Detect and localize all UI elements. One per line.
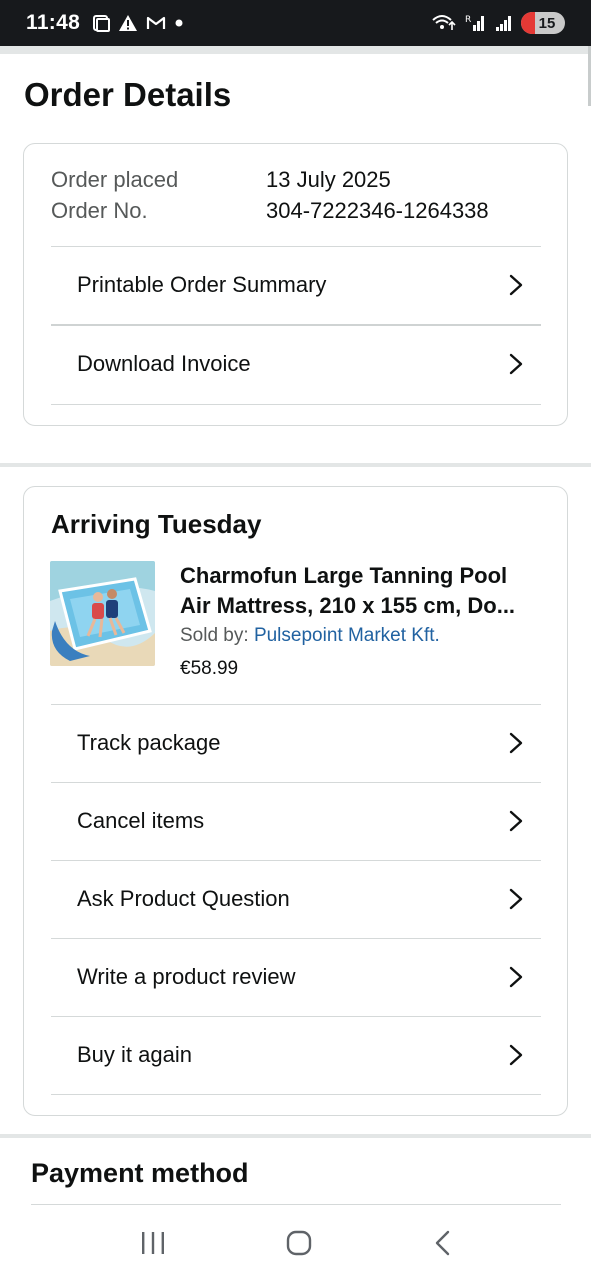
status-bar: 11:48 R 15 — [0, 0, 591, 46]
order-placed-row: Order placed 13 July 2025 — [51, 164, 391, 195]
product-price: €58.99 — [180, 658, 239, 679]
download-invoice-link[interactable]: Download Invoice — [51, 325, 541, 403]
order-number-value: 304-7222346-1264338 — [266, 198, 489, 223]
section-separator — [0, 1134, 591, 1138]
shipment-card: Arriving Tuesday Charmofun Large Tanning… — [23, 486, 568, 1116]
chevron-right-icon — [509, 353, 523, 375]
battery-low-icon — [521, 12, 535, 34]
dot-icon — [175, 19, 183, 27]
order-number-label: Order No. — [51, 198, 148, 223]
screen-icon — [93, 15, 111, 32]
chevron-right-icon — [509, 732, 523, 754]
back-icon[interactable] — [432, 1229, 452, 1257]
download-invoice-label: Download Invoice — [77, 351, 251, 376]
product-title-line-1: Charmofun Large Tanning Pool — [180, 563, 508, 588]
buy-it-again-label: Buy it again — [77, 1042, 192, 1067]
cancel-items-link[interactable]: Cancel items — [51, 782, 541, 860]
divider — [51, 1094, 541, 1095]
ask-product-question-link[interactable]: Ask Product Question — [51, 860, 541, 938]
payment-method-heading: Payment method — [31, 1158, 249, 1188]
warning-icon — [119, 15, 138, 31]
signal-icon — [496, 16, 511, 31]
chevron-right-icon — [509, 274, 523, 296]
product-title-line-2: Air Mattress, 210 x 155 cm, Do... — [180, 593, 516, 618]
buy-it-again-link[interactable]: Buy it again — [51, 1016, 541, 1094]
battery-level: 15 — [538, 14, 556, 32]
order-number-row: Order No. 304-7222346-1264338 — [51, 195, 489, 226]
battery-indicator: 15 — [521, 12, 565, 34]
track-package-link[interactable]: Track package — [51, 704, 541, 782]
status-notification-icons — [92, 14, 184, 32]
page-top-edge — [0, 46, 591, 54]
chevron-right-icon — [509, 810, 523, 832]
divider — [31, 1204, 561, 1205]
product-title-link[interactable]: Charmofun Large Tanning Pool Air Mattres… — [180, 561, 540, 621]
product-image[interactable] — [50, 561, 155, 666]
recents-icon[interactable] — [140, 1231, 166, 1255]
status-system-icons: R 15 — [431, 12, 565, 34]
signal-r-icon: R — [465, 15, 484, 31]
cancel-items-label: Cancel items — [77, 808, 205, 833]
sold-by: Sold by: Pulsepoint Market Kft. — [180, 625, 440, 647]
chevron-right-icon — [509, 888, 523, 910]
status-time: 11:48 — [26, 11, 81, 34]
printable-order-summary-link[interactable]: Printable Order Summary — [51, 246, 541, 324]
section-separator — [0, 463, 591, 467]
delivery-status-heading: Arriving Tuesday — [51, 509, 262, 539]
write-product-review-label: Write a product review — [77, 964, 296, 989]
order-placed-label: Order placed — [51, 167, 179, 192]
seller-link[interactable]: Pulsepoint Market Kft. — [254, 625, 440, 646]
wifi-calling-icon — [432, 15, 456, 30]
order-summary-card: Order placed 13 July 2025 Order No. 304-72… — [23, 143, 568, 426]
order-placed-value: 13 July 2025 — [266, 167, 391, 192]
gmail-icon — [146, 16, 166, 29]
sold-by-label: Sold by: — [180, 625, 254, 646]
svg-text:R: R — [465, 15, 471, 25]
printable-order-summary-label: Printable Order Summary — [77, 272, 327, 297]
page-title: Order Details — [24, 76, 232, 113]
chevron-right-icon — [509, 966, 523, 988]
ask-product-question-label: Ask Product Question — [77, 886, 290, 911]
home-icon[interactable] — [285, 1229, 313, 1257]
track-package-label: Track package — [77, 730, 221, 755]
write-product-review-link[interactable]: Write a product review — [51, 938, 541, 1016]
divider — [51, 404, 541, 405]
chevron-right-icon — [509, 1044, 523, 1066]
system-nav-bar — [0, 1206, 591, 1280]
